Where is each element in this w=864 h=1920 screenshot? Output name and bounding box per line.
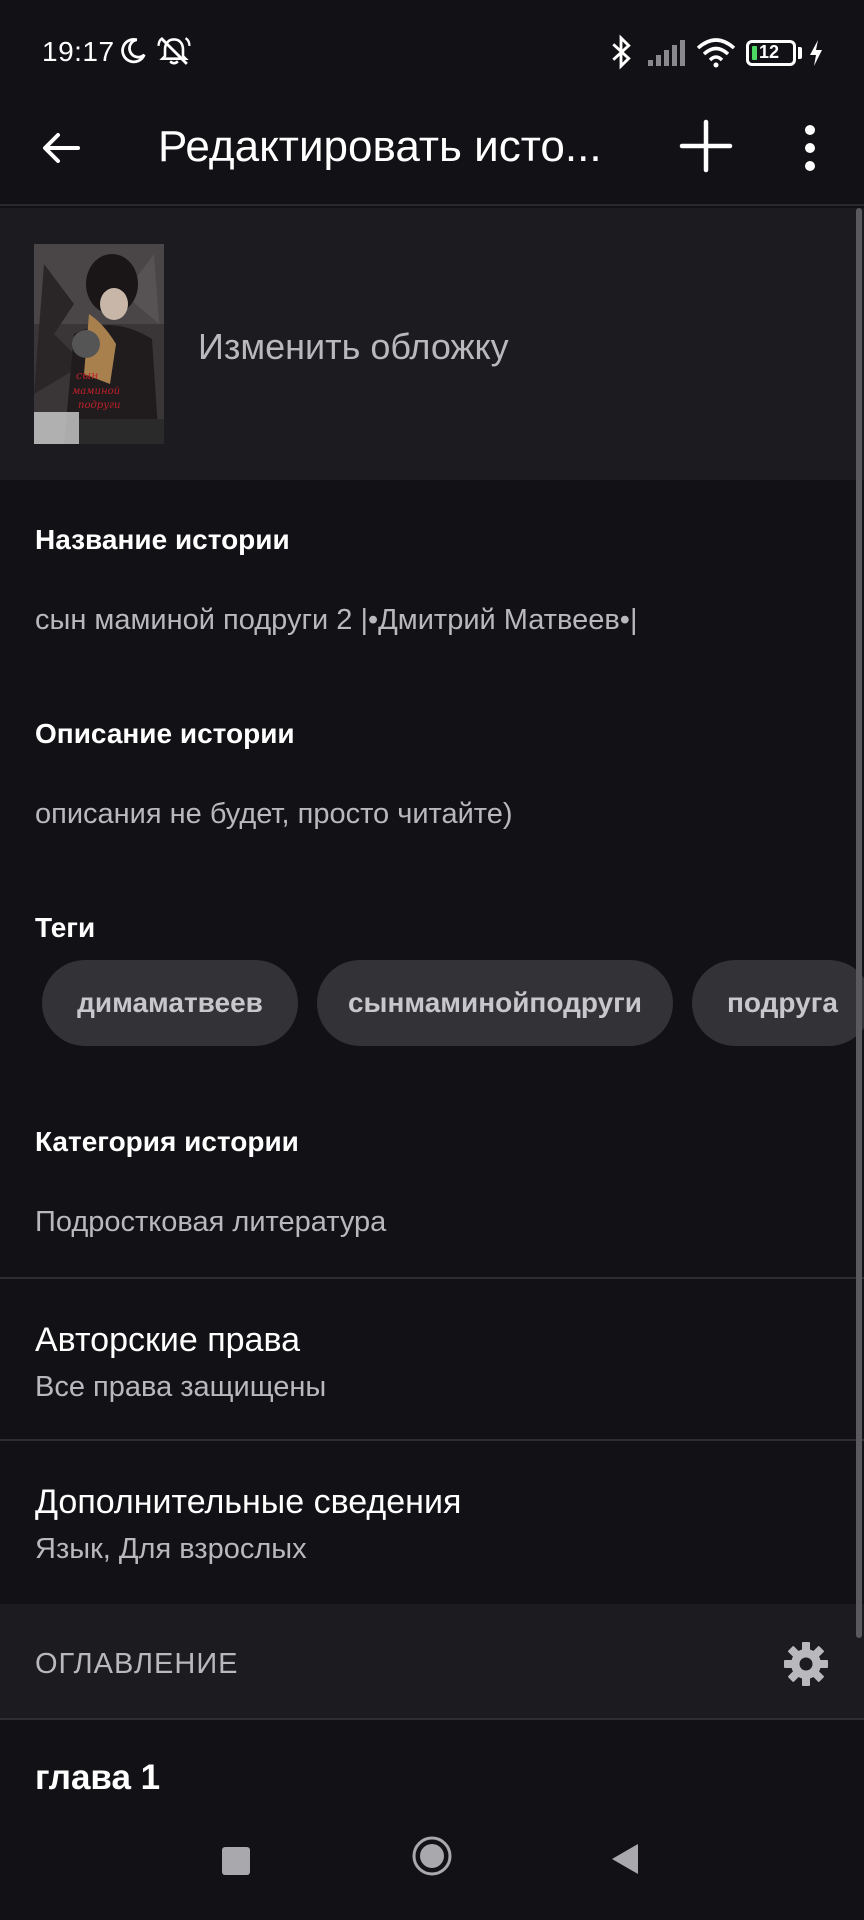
more-vert-icon[interactable]	[788, 120, 832, 176]
status-bar: 19:17 12	[0, 0, 864, 100]
change-cover-label[interactable]: Изменить обложку	[198, 326, 509, 368]
recents-icon[interactable]	[222, 1847, 250, 1875]
home-icon[interactable]	[410, 1834, 454, 1878]
extra-info-row[interactable]: Дополнительные сведения Язык, Для взросл…	[0, 1441, 864, 1602]
copyright-title: Авторские права	[35, 1321, 301, 1359]
tag-chip[interactable]: димаматвеев	[42, 960, 298, 1046]
tags-row[interactable]: димаматвеев сынмаминойподруги подруга	[0, 960, 864, 1048]
tag-chip[interactable]: подруга	[692, 960, 864, 1046]
nav-back-icon[interactable]	[610, 1842, 640, 1876]
extra-info-subtitle: Язык, Для взрослых	[35, 1533, 307, 1565]
category-label: Категория истории	[35, 1126, 299, 1157]
scrollbar[interactable]	[856, 208, 862, 1638]
gear-icon[interactable]	[782, 1640, 830, 1688]
extra-info-title: Дополнительные сведения	[35, 1483, 462, 1521]
story-description-label: Описание истории	[35, 718, 295, 749]
bell-off-icon	[157, 37, 191, 65]
story-title-field[interactable]: сын маминой подруги 2 |•Дмитрий Матвеев•…	[35, 604, 637, 637]
svg-text:сын: сын	[76, 369, 98, 382]
battery-level: 12	[759, 42, 780, 62]
wifi-icon	[696, 38, 736, 68]
back-arrow-icon[interactable]	[36, 122, 88, 174]
copyright-row[interactable]: Авторские права Все права защищены	[0, 1279, 864, 1439]
tags-label: Теги	[35, 912, 96, 943]
change-cover-row[interactable]: сын маминой подруги Изменить обложку	[0, 208, 864, 480]
plus-icon[interactable]	[676, 116, 736, 176]
category-field[interactable]: Подростковая литература	[35, 1206, 386, 1239]
toc-label: ОГЛАВЛЕНИЕ	[35, 1648, 239, 1680]
tag-chip[interactable]: сынмаминойподруги	[317, 960, 673, 1046]
battery-icon: 12	[746, 40, 796, 66]
charging-icon	[810, 40, 822, 66]
page-title: Редактировать исто...	[158, 122, 602, 171]
story-title-label: Название истории	[35, 524, 290, 555]
bluetooth-icon	[612, 34, 631, 70]
chapter-item[interactable]: глава 1	[35, 1758, 160, 1798]
signal-icon	[648, 40, 685, 66]
status-time: 19:17	[42, 36, 115, 67]
copyright-subtitle: Все права защищены	[35, 1371, 327, 1403]
app-bar: Редактировать исто...	[0, 100, 864, 206]
svg-text:подруги: подруги	[78, 400, 121, 411]
cover-image[interactable]: сын маминой подруги	[34, 244, 164, 444]
toc-header: ОГЛАВЛЕНИЕ	[0, 1604, 864, 1720]
story-description-field[interactable]: описания не будет, просто читайте)	[35, 798, 513, 831]
moon-icon	[121, 37, 146, 64]
system-nav-bar	[0, 1810, 864, 1920]
svg-text:маминой: маминой	[72, 386, 120, 397]
